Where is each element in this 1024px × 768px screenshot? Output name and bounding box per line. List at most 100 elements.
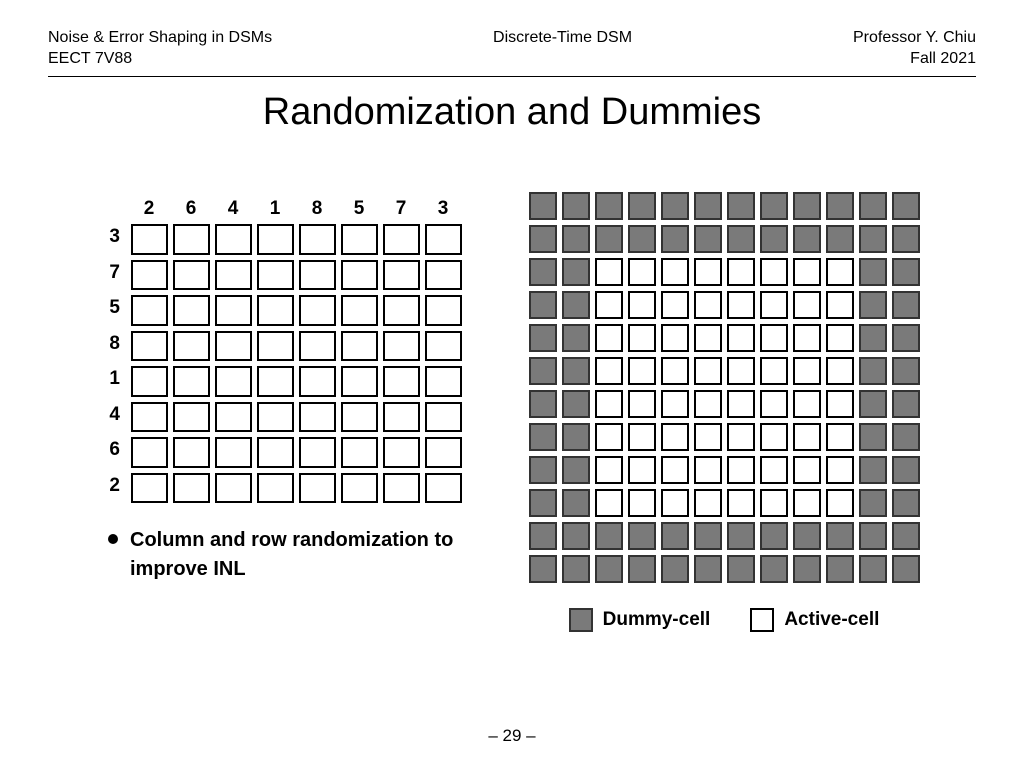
grid-cell <box>173 437 210 468</box>
active-cell <box>826 390 854 418</box>
grid-cell <box>257 437 294 468</box>
grid-cell <box>425 224 462 255</box>
active-cell <box>661 423 689 451</box>
dummy-cell <box>859 456 887 484</box>
active-cell <box>793 390 821 418</box>
active-cell <box>826 489 854 517</box>
dummy-cell <box>727 192 755 220</box>
active-cell <box>595 258 623 286</box>
dummy-cell <box>892 555 920 583</box>
active-cell <box>595 489 623 517</box>
dummy-cell <box>529 522 557 550</box>
dummy-cell <box>628 192 656 220</box>
dummy-swatch-icon <box>569 608 593 632</box>
dummy-cell <box>892 225 920 253</box>
grid-cell <box>215 331 252 362</box>
dummy-cell <box>892 423 920 451</box>
grid-cell <box>257 331 294 362</box>
legend-dummy-label: Dummy-cell <box>603 609 711 631</box>
dummy-cell <box>562 522 590 550</box>
header-professor: Professor Y. Chiu <box>853 28 976 49</box>
grid-cell <box>383 366 420 397</box>
dummy-cell <box>859 324 887 352</box>
header-term: Fall 2021 <box>853 49 976 70</box>
active-cell <box>760 258 788 286</box>
grid-cell <box>215 260 252 291</box>
randomized-grid <box>128 222 464 506</box>
dummy-cell <box>892 390 920 418</box>
active-cell <box>628 324 656 352</box>
dummy-cell <box>727 225 755 253</box>
dummy-cell <box>826 192 854 220</box>
active-cell <box>793 489 821 517</box>
active-cell <box>727 423 755 451</box>
active-cell <box>727 291 755 319</box>
grid-cell <box>215 437 252 468</box>
dummy-cell <box>892 489 920 517</box>
active-swatch-icon <box>750 608 774 632</box>
dummy-cell <box>562 291 590 319</box>
grid-cell <box>299 295 336 326</box>
grid-cell <box>215 366 252 397</box>
dummy-cell <box>529 192 557 220</box>
row-label: 4 <box>102 397 120 433</box>
dummy-cell <box>595 522 623 550</box>
legend-active-label: Active-cell <box>784 609 879 631</box>
dummy-cell <box>859 192 887 220</box>
row-label: 3 <box>102 220 120 256</box>
active-cell <box>661 390 689 418</box>
active-cell <box>628 456 656 484</box>
dummy-cell <box>760 225 788 253</box>
dummy-cell <box>628 522 656 550</box>
dummy-grid <box>526 190 922 586</box>
slide-content: 37581462 26418573 Column and row randomi… <box>48 190 976 632</box>
grid-cell <box>215 295 252 326</box>
grid-cell <box>383 437 420 468</box>
active-cell <box>760 423 788 451</box>
dummy-cell <box>595 192 623 220</box>
active-cell <box>661 357 689 385</box>
active-cell <box>661 489 689 517</box>
grid-cell <box>383 224 420 255</box>
active-cell <box>694 291 722 319</box>
active-cell <box>760 291 788 319</box>
grid-cell <box>425 331 462 362</box>
dummy-cell <box>826 225 854 253</box>
active-cell <box>694 423 722 451</box>
grid-cell <box>215 402 252 433</box>
active-cell <box>760 390 788 418</box>
active-cell <box>661 324 689 352</box>
active-cell <box>694 489 722 517</box>
grid-cell <box>299 260 336 291</box>
dummy-cell <box>661 225 689 253</box>
dummy-cell <box>892 324 920 352</box>
active-cell <box>694 390 722 418</box>
dummy-cell <box>562 390 590 418</box>
active-cell <box>826 456 854 484</box>
grid-cell <box>131 260 168 291</box>
active-cell <box>628 390 656 418</box>
dummy-cell <box>529 555 557 583</box>
grid-cell <box>173 260 210 291</box>
grid-cell <box>131 437 168 468</box>
active-cell <box>628 291 656 319</box>
dummy-cell <box>760 522 788 550</box>
dummy-cell <box>562 423 590 451</box>
grid-cell <box>383 473 420 504</box>
active-cell <box>595 456 623 484</box>
dummy-cell <box>859 489 887 517</box>
active-cell <box>727 456 755 484</box>
dummy-cell <box>628 555 656 583</box>
grid-cell <box>299 224 336 255</box>
dummy-cell <box>529 258 557 286</box>
grid-cell <box>299 437 336 468</box>
dummy-cell-figure: Dummy-cell Active-cell <box>526 190 922 632</box>
dummy-cell <box>793 522 821 550</box>
grid-cell <box>341 331 378 362</box>
slide-title: Randomization and Dummies <box>48 91 976 134</box>
dummy-cell <box>859 555 887 583</box>
column-label: 3 <box>422 198 464 220</box>
grid-cell <box>383 295 420 326</box>
dummy-cell <box>892 456 920 484</box>
active-cell <box>793 324 821 352</box>
